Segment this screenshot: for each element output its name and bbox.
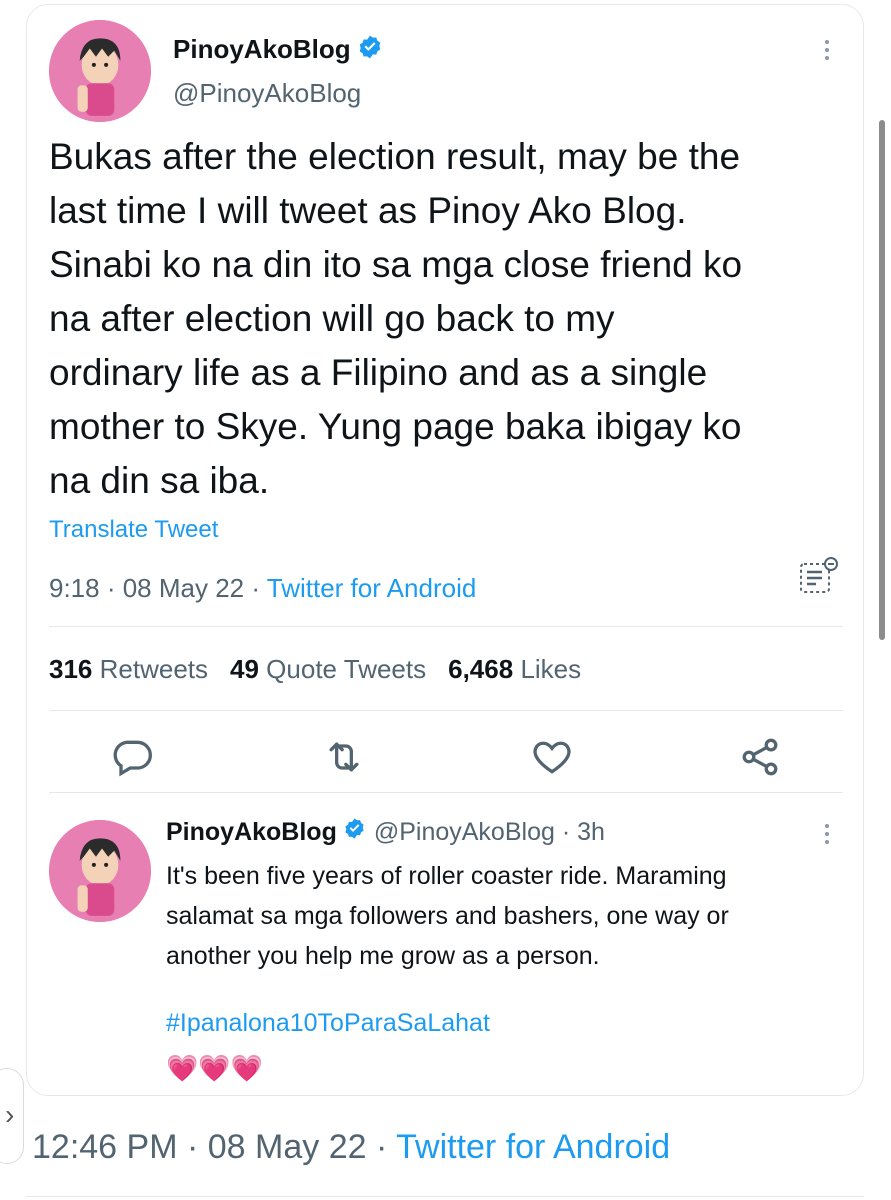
likes-label: Likes [520, 654, 582, 684]
heart-icon[interactable] [530, 735, 574, 779]
verified-badge-icon [343, 817, 366, 847]
handle-and-time[interactable]: @PinoyAkoBlog · 3h [374, 818, 605, 847]
footer-time: 12:46 PM [32, 1128, 178, 1166]
separator: · [99, 573, 123, 603]
reply-author-row[interactable]: PinoyAkoBlog @PinoyAkoBlog · 3h [166, 817, 605, 847]
separator: · [244, 573, 267, 603]
more-icon[interactable] [822, 824, 832, 844]
chevron-right-icon: › [5, 1099, 15, 1130]
divider [26, 1196, 864, 1197]
more-icon[interactable] [822, 40, 832, 60]
avatar[interactable] [49, 20, 151, 122]
verified-badge-icon [357, 34, 383, 65]
hearts-emoji: 💗💗💗 [166, 1053, 264, 1083]
display-name[interactable]: PinoyAkoBlog [173, 34, 351, 65]
retweets-count: 316 [49, 654, 93, 684]
expand-chevron-button[interactable]: › [0, 1068, 24, 1164]
reply-text: It's been five years of roller coaster r… [166, 862, 729, 970]
divider [49, 792, 843, 793]
hashtag-link[interactable]: #Ipanalona10ToParaSaLahat [166, 1009, 490, 1038]
quotes-label: Quote Tweets [266, 654, 427, 684]
display-name[interactable]: PinoyAkoBlog [166, 818, 337, 847]
likes-count: 6,468 [448, 654, 514, 684]
tweet-time: 9:18 [49, 573, 100, 603]
retweet-icon[interactable] [322, 735, 366, 779]
translate-tweet-link[interactable]: Translate Tweet [49, 516, 218, 544]
tweet-date[interactable]: 08 May 22 [123, 573, 244, 603]
analytics-icon[interactable] [798, 556, 840, 598]
divider [49, 626, 843, 627]
quotes-stat[interactable]: 49 Quote Tweets [230, 654, 426, 685]
footer-app-link[interactable]: Twitter for Android [396, 1128, 670, 1166]
retweets-stat[interactable]: 316 Retweets [49, 654, 208, 685]
avatar[interactable] [49, 820, 151, 922]
scrollbar[interactable] [879, 120, 885, 640]
likes-stat[interactable]: 6,468 Likes [448, 654, 581, 685]
footer-meta: 12:46 PM · 08 May 22 · Twitter for Andro… [32, 1128, 670, 1167]
tweet-stats: 316 Retweets 49 Quote Tweets 6,468 Likes [49, 654, 581, 685]
handle[interactable]: @PinoyAkoBlog [173, 78, 361, 109]
footer-date[interactable]: 08 May 22 [208, 1128, 367, 1166]
quotes-count: 49 [230, 654, 259, 684]
tweet-app-link[interactable]: Twitter for Android [267, 573, 477, 603]
separator: · [366, 1128, 397, 1166]
reply-icon[interactable] [110, 735, 154, 779]
divider [49, 710, 843, 711]
author-name-row[interactable]: PinoyAkoBlog [173, 34, 383, 65]
tweet-text: Bukas after the election result, may be … [49, 136, 743, 501]
separator: · [177, 1128, 208, 1166]
retweets-label: Retweets [99, 654, 209, 684]
tweet-meta: 9:18 · 08 May 22 · Twitter for Android [49, 573, 476, 604]
share-icon[interactable] [738, 735, 782, 779]
